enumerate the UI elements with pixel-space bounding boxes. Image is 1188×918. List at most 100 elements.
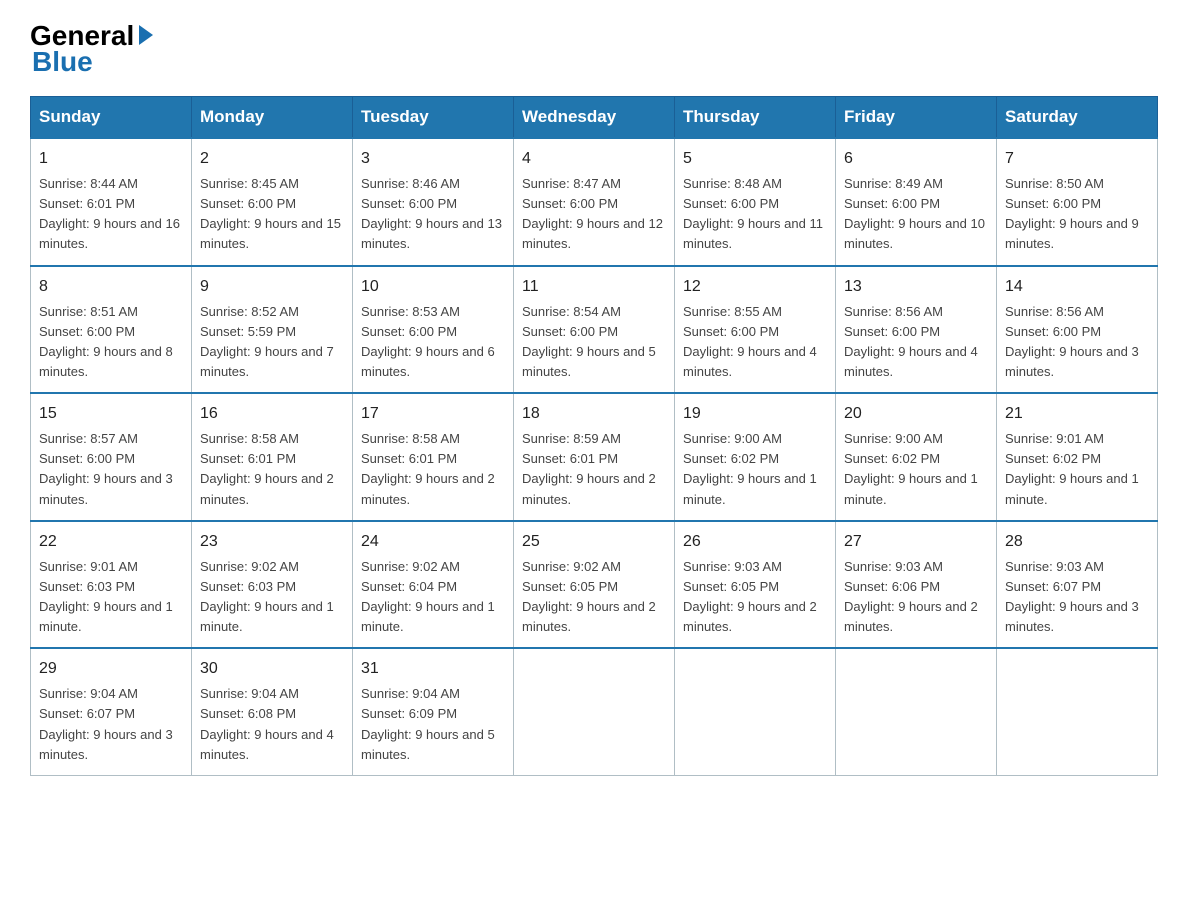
col-tuesday: Tuesday	[353, 97, 514, 139]
calendar-cell: 1 Sunrise: 8:44 AMSunset: 6:01 PMDaylight…	[31, 138, 192, 266]
calendar-cell: 12 Sunrise: 8:55 AMSunset: 6:00 PMDayligh…	[675, 266, 836, 394]
calendar-cell: 7Sunrise: 8:50 AMSunset: 6:00 PMDaylight…	[997, 138, 1158, 266]
day-info: Sunrise: 9:00 AMSunset: 6:02 PMDaylight:…	[683, 429, 827, 510]
day-number: 11	[522, 275, 666, 299]
day-info: Sunrise: 8:58 AMSunset: 6:01 PMDaylight:…	[361, 429, 505, 510]
day-info: Sunrise: 8:55 AMSunset: 6:00 PMDaylight:…	[683, 302, 827, 383]
day-info: Sunrise: 8:48 AMSunset: 6:00 PMDaylight:…	[683, 174, 827, 255]
calendar-cell: 13 Sunrise: 8:56 AMSunset: 6:00 PMDayligh…	[836, 266, 997, 394]
calendar-cell: 25 Sunrise: 9:02 AMSunset: 6:05 PMDayligh…	[514, 521, 675, 649]
day-info: Sunrise: 8:59 AMSunset: 6:01 PMDaylight:…	[522, 429, 666, 510]
calendar-cell: 5 Sunrise: 8:48 AMSunset: 6:00 PMDaylight…	[675, 138, 836, 266]
calendar-cell: 9Sunrise: 8:52 AMSunset: 5:59 PMDaylight…	[192, 266, 353, 394]
calendar-cell	[997, 648, 1158, 775]
calendar-week-row: 22Sunrise: 9:01 AMSunset: 6:03 PMDayligh…	[31, 521, 1158, 649]
calendar-cell: 14Sunrise: 8:56 AMSunset: 6:00 PMDayligh…	[997, 266, 1158, 394]
day-info: Sunrise: 9:03 AMSunset: 6:07 PMDaylight:…	[1005, 557, 1149, 638]
calendar-cell	[514, 648, 675, 775]
day-number: 16	[200, 402, 344, 426]
day-info: Sunrise: 9:02 AMSunset: 6:03 PMDaylight:…	[200, 557, 344, 638]
calendar-cell: 16 Sunrise: 8:58 AMSunset: 6:01 PMDayligh…	[192, 393, 353, 521]
day-info: Sunrise: 8:54 AMSunset: 6:00 PMDaylight:…	[522, 302, 666, 383]
day-info: Sunrise: 8:51 AMSunset: 6:00 PMDaylight:…	[39, 302, 183, 383]
day-number: 17	[361, 402, 505, 426]
day-info: Sunrise: 9:02 AMSunset: 6:04 PMDaylight:…	[361, 557, 505, 638]
day-info: Sunrise: 8:52 AMSunset: 5:59 PMDaylight:…	[200, 302, 344, 383]
logo-arrow-icon	[139, 25, 153, 45]
calendar-cell: 11 Sunrise: 8:54 AMSunset: 6:00 PMDayligh…	[514, 266, 675, 394]
day-number: 5	[683, 147, 827, 171]
calendar-table: Sunday Monday Tuesday Wednesday Thursday…	[30, 96, 1158, 776]
day-number: 4	[522, 147, 666, 171]
calendar-cell: 22Sunrise: 9:01 AMSunset: 6:03 PMDayligh…	[31, 521, 192, 649]
day-number: 2	[200, 147, 344, 171]
calendar-cell: 31 Sunrise: 9:04 AMSunset: 6:09 PMDayligh…	[353, 648, 514, 775]
calendar-week-row: 8 Sunrise: 8:51 AMSunset: 6:00 PMDaylight…	[31, 266, 1158, 394]
calendar-cell: 30 Sunrise: 9:04 AMSunset: 6:08 PMDayligh…	[192, 648, 353, 775]
header-row: Sunday Monday Tuesday Wednesday Thursday…	[31, 97, 1158, 139]
day-info: Sunrise: 9:04 AMSunset: 6:09 PMDaylight:…	[361, 684, 505, 765]
calendar-cell: 26 Sunrise: 9:03 AMSunset: 6:05 PMDayligh…	[675, 521, 836, 649]
day-info: Sunrise: 9:03 AMSunset: 6:06 PMDaylight:…	[844, 557, 988, 638]
day-info: Sunrise: 9:02 AMSunset: 6:05 PMDaylight:…	[522, 557, 666, 638]
calendar-week-row: 1 Sunrise: 8:44 AMSunset: 6:01 PMDaylight…	[31, 138, 1158, 266]
day-info: Sunrise: 8:45 AMSunset: 6:00 PMDaylight:…	[200, 174, 344, 255]
day-number: 6	[844, 147, 988, 171]
calendar-cell: 10Sunrise: 8:53 AMSunset: 6:00 PMDayligh…	[353, 266, 514, 394]
day-info: Sunrise: 8:56 AMSunset: 6:00 PMDaylight:…	[844, 302, 988, 383]
col-sunday: Sunday	[31, 97, 192, 139]
day-info: Sunrise: 8:49 AMSunset: 6:00 PMDaylight:…	[844, 174, 988, 255]
page-header: General Blue	[30, 20, 1158, 78]
calendar-cell: 19 Sunrise: 9:00 AMSunset: 6:02 PMDayligh…	[675, 393, 836, 521]
day-number: 13	[844, 275, 988, 299]
day-number: 27	[844, 530, 988, 554]
logo-blue-text: Blue	[32, 46, 93, 78]
day-number: 23	[200, 530, 344, 554]
day-info: Sunrise: 9:03 AMSunset: 6:05 PMDaylight:…	[683, 557, 827, 638]
day-info: Sunrise: 8:53 AMSunset: 6:00 PMDaylight:…	[361, 302, 505, 383]
day-info: Sunrise: 9:01 AMSunset: 6:02 PMDaylight:…	[1005, 429, 1149, 510]
day-info: Sunrise: 9:04 AMSunset: 6:08 PMDaylight:…	[200, 684, 344, 765]
day-number: 26	[683, 530, 827, 554]
calendar-cell: 21Sunrise: 9:01 AMSunset: 6:02 PMDayligh…	[997, 393, 1158, 521]
calendar-header: Sunday Monday Tuesday Wednesday Thursday…	[31, 97, 1158, 139]
calendar-cell: 15 Sunrise: 8:57 AMSunset: 6:00 PMDayligh…	[31, 393, 192, 521]
calendar-cell: 17 Sunrise: 8:58 AMSunset: 6:01 PMDayligh…	[353, 393, 514, 521]
day-number: 19	[683, 402, 827, 426]
day-info: Sunrise: 8:44 AMSunset: 6:01 PMDaylight:…	[39, 174, 183, 255]
day-number: 30	[200, 657, 344, 681]
day-info: Sunrise: 8:47 AMSunset: 6:00 PMDaylight:…	[522, 174, 666, 255]
day-info: Sunrise: 8:56 AMSunset: 6:00 PMDaylight:…	[1005, 302, 1149, 383]
day-number: 31	[361, 657, 505, 681]
day-number: 25	[522, 530, 666, 554]
calendar-body: 1 Sunrise: 8:44 AMSunset: 6:01 PMDaylight…	[31, 138, 1158, 775]
col-wednesday: Wednesday	[514, 97, 675, 139]
day-number: 15	[39, 402, 183, 426]
calendar-cell: 28 Sunrise: 9:03 AMSunset: 6:07 PMDayligh…	[997, 521, 1158, 649]
calendar-cell: 29Sunrise: 9:04 AMSunset: 6:07 PMDayligh…	[31, 648, 192, 775]
calendar-cell: 20 Sunrise: 9:00 AMSunset: 6:02 PMDayligh…	[836, 393, 997, 521]
calendar-cell: 8 Sunrise: 8:51 AMSunset: 6:00 PMDaylight…	[31, 266, 192, 394]
day-info: Sunrise: 8:50 AMSunset: 6:00 PMDaylight:…	[1005, 174, 1149, 255]
calendar-cell: 24 Sunrise: 9:02 AMSunset: 6:04 PMDayligh…	[353, 521, 514, 649]
logo: General Blue	[30, 20, 153, 78]
day-info: Sunrise: 8:57 AMSunset: 6:00 PMDaylight:…	[39, 429, 183, 510]
day-number: 12	[683, 275, 827, 299]
calendar-cell: 27 Sunrise: 9:03 AMSunset: 6:06 PMDayligh…	[836, 521, 997, 649]
day-info: Sunrise: 8:46 AMSunset: 6:00 PMDaylight:…	[361, 174, 505, 255]
col-saturday: Saturday	[997, 97, 1158, 139]
day-number: 3	[361, 147, 505, 171]
calendar-week-row: 15 Sunrise: 8:57 AMSunset: 6:00 PMDayligh…	[31, 393, 1158, 521]
day-info: Sunrise: 9:00 AMSunset: 6:02 PMDaylight:…	[844, 429, 988, 510]
day-info: Sunrise: 8:58 AMSunset: 6:01 PMDaylight:…	[200, 429, 344, 510]
day-number: 8	[39, 275, 183, 299]
calendar-cell: 2 Sunrise: 8:45 AMSunset: 6:00 PMDaylight…	[192, 138, 353, 266]
day-number: 28	[1005, 530, 1149, 554]
day-number: 29	[39, 657, 183, 681]
calendar-cell	[675, 648, 836, 775]
col-thursday: Thursday	[675, 97, 836, 139]
calendar-cell: 18Sunrise: 8:59 AMSunset: 6:01 PMDayligh…	[514, 393, 675, 521]
day-number: 24	[361, 530, 505, 554]
day-number: 20	[844, 402, 988, 426]
day-number: 1	[39, 147, 183, 171]
